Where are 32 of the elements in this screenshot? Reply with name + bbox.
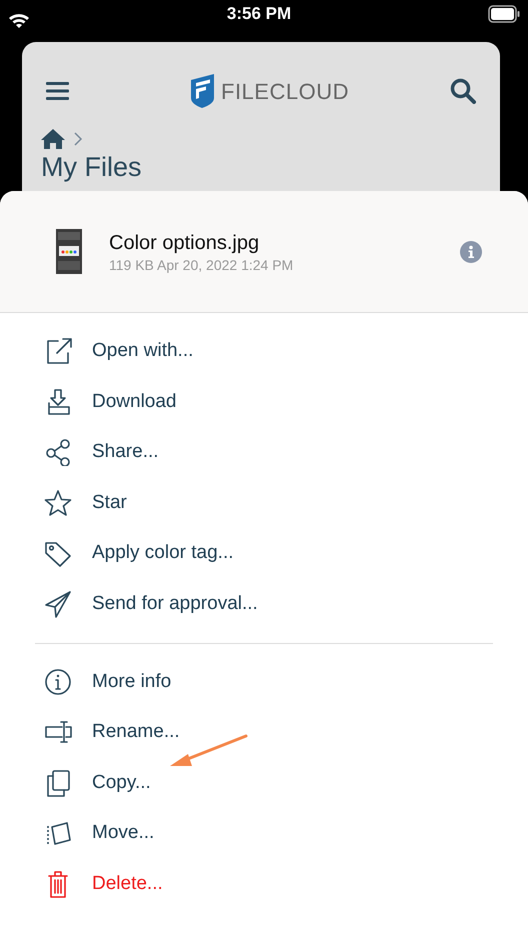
- menu-item[interactable]: Star: [44, 488, 127, 518]
- menu-item[interactable]: Rename...: [44, 718, 180, 747]
- menu-item[interactable]: Move...: [44, 819, 154, 848]
- battery-icon: [488, 5, 520, 23]
- info-icon[interactable]: [460, 240, 482, 262]
- home-icon[interactable]: [40, 128, 66, 150]
- menu-item[interactable]: Open with...: [44, 337, 194, 366]
- copy-icon: [44, 769, 72, 798]
- menu-item[interactable]: Send for approval...: [44, 590, 258, 619]
- menu-item[interactable]: Share...: [44, 438, 159, 467]
- menu-item[interactable]: Download: [44, 388, 176, 416]
- info-icon: [44, 668, 72, 696]
- paper-plane-icon: [44, 590, 72, 618]
- logo-text: FILECLOUD: [221, 78, 349, 106]
- file-name: Color options.jpg: [109, 230, 260, 256]
- move-icon: [44, 820, 72, 848]
- wifi-icon: [8, 13, 30, 29]
- file-details: 119 KB Apr 20, 2022 1:24 PM: [109, 256, 294, 274]
- shield-logo-icon: [190, 74, 215, 108]
- menu-item[interactable]: Apply color tag...: [44, 539, 234, 568]
- star-icon: [44, 489, 72, 518]
- delete-menu-item[interactable]: Delete...: [44, 870, 163, 898]
- share-icon: [44, 438, 72, 466]
- folder-title: My Files: [40, 152, 142, 182]
- chevron-right-icon: [74, 132, 83, 146]
- search-icon[interactable]: [450, 78, 476, 104]
- menu-item[interactable]: Copy...: [44, 768, 151, 798]
- menu-item[interactable]: More info: [44, 668, 172, 696]
- open-external-icon: [44, 337, 72, 366]
- tag-icon: [44, 540, 72, 568]
- status-time: 3:56 PM: [226, 3, 292, 26]
- menu-icon[interactable]: [46, 81, 69, 101]
